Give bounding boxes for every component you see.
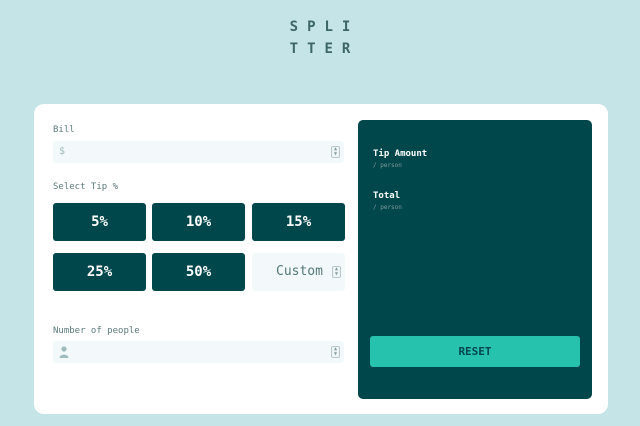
logo-line-2: TTER	[289, 41, 360, 57]
people-input[interactable]	[71, 343, 315, 363]
dollar-icon: $	[59, 146, 66, 157]
tip-amount-label: Tip Amount	[373, 149, 428, 159]
bill-input[interactable]	[71, 143, 315, 163]
total-per-person: / person	[373, 204, 402, 211]
total-label: Total	[373, 191, 401, 201]
reset-button[interactable]: RESET	[370, 336, 580, 367]
people-spinner[interactable]: ▲ ▼	[331, 346, 340, 358]
bill-label: Bill	[53, 125, 75, 135]
people-label: Number of people	[53, 326, 140, 336]
tip-button-5[interactable]: 5%	[53, 203, 146, 241]
person-icon	[59, 346, 69, 358]
custom-tip-input[interactable]: Custom ▲ ▼	[252, 253, 345, 291]
tip-button-50[interactable]: 50%	[152, 253, 245, 291]
tip-amount-per-person: / person	[373, 162, 402, 169]
app-logo: SPLI TTER	[0, 16, 640, 60]
bill-field[interactable]: $ ▲ ▼	[53, 141, 344, 163]
custom-tip-spinner[interactable]: ▲ ▼	[332, 266, 341, 278]
people-field[interactable]: ▲ ▼	[53, 341, 344, 363]
custom-tip-placeholder: Custom	[276, 264, 323, 279]
tip-button-15[interactable]: 15%	[252, 203, 345, 241]
select-tip-label: Select Tip %	[53, 182, 119, 192]
result-panel: Tip Amount / person Total / person RESET	[358, 120, 592, 399]
logo-line-1: SPLI	[289, 19, 360, 35]
tip-button-10[interactable]: 10%	[152, 203, 245, 241]
tip-button-25[interactable]: 25%	[53, 253, 146, 291]
calculator-card: Bill $ ▲ ▼ Select Tip % 5% 10% 15% 25% 50…	[34, 104, 608, 414]
bill-spinner[interactable]: ▲ ▼	[331, 146, 340, 158]
